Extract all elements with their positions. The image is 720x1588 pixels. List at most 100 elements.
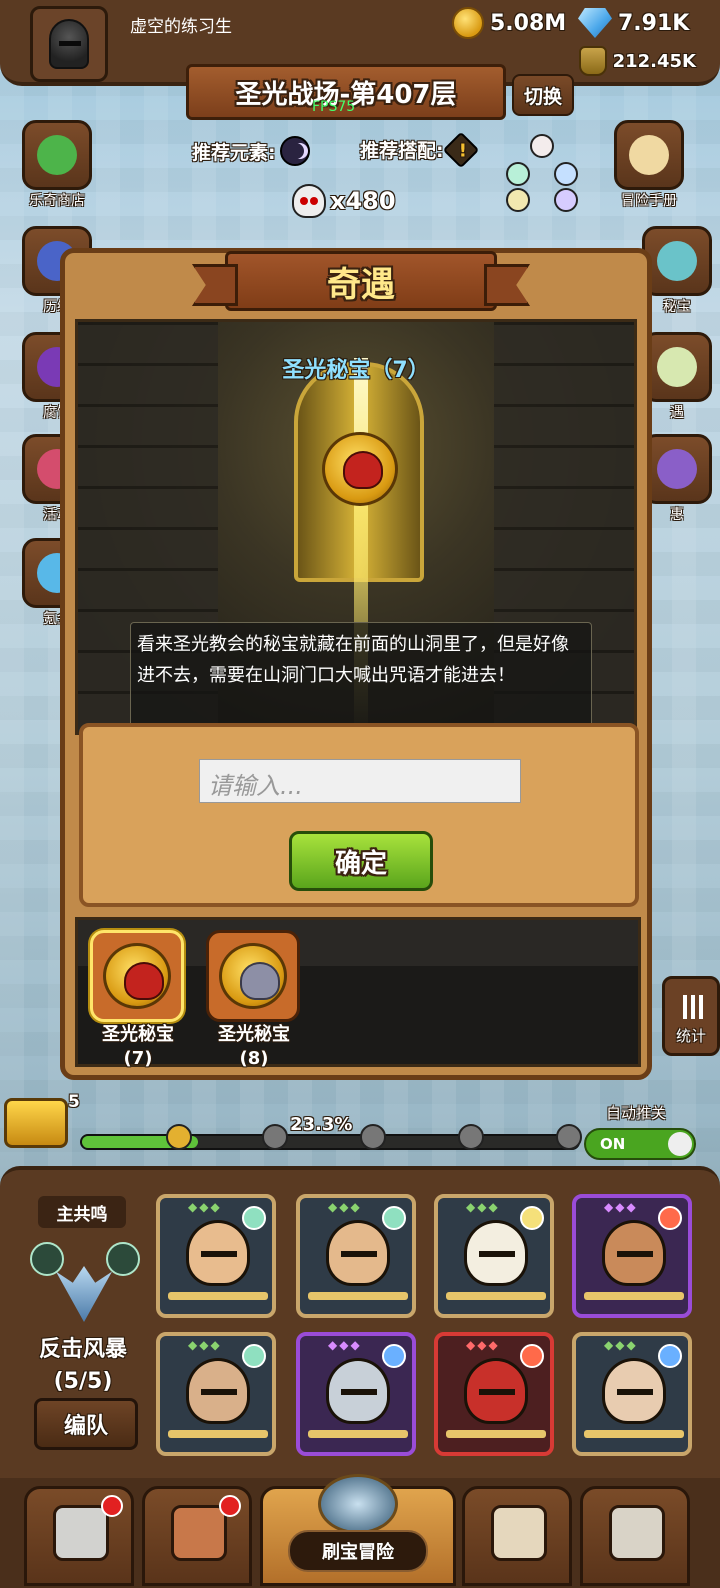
- wings-icon: [56, 1266, 112, 1322]
- wind-element-icon: [30, 1242, 64, 1276]
- hero-hp-bar: [446, 1292, 546, 1300]
- resonance-count: (5/5): [53, 1369, 113, 1394]
- resonance-tag: 主共鸣: [38, 1196, 126, 1228]
- jar-icon: [578, 46, 607, 76]
- resonance-emblem[interactable]: [30, 1236, 140, 1326]
- hero-hp-bar: [308, 1430, 408, 1438]
- hero-slot[interactable]: ◆◆◆: [296, 1194, 416, 1318]
- notification-dot: [101, 1495, 123, 1517]
- wind-element-icon: [106, 1242, 140, 1276]
- resonance-name: 反击风暴: [38, 1337, 127, 1362]
- box-icon: [657, 449, 697, 489]
- notification-dot: [219, 1495, 241, 1517]
- hero-slot[interactable]: ◆◆◆: [156, 1194, 276, 1318]
- hero-slot[interactable]: ◆◆◆: [434, 1194, 554, 1318]
- key-icon: [458, 1124, 484, 1150]
- auto-advance-label: 自动推关: [606, 1104, 667, 1122]
- player-avatar[interactable]: [30, 6, 108, 82]
- nav-forge[interactable]: [580, 1486, 690, 1586]
- hero-portrait: [464, 1220, 528, 1286]
- wind-element-icon: [506, 162, 530, 186]
- stats-button[interactable]: 统计: [662, 976, 720, 1056]
- auto-advance-toggle[interactable]: ON: [584, 1128, 696, 1160]
- diamond-icon: [578, 8, 612, 38]
- key-icon: [262, 1124, 288, 1150]
- fire-element-icon: [658, 1206, 682, 1230]
- treasure-item[interactable]: 圣光秘宝 (8): [206, 930, 302, 1070]
- wind-element-icon: [242, 1206, 266, 1230]
- stage-progress-bar: [80, 1134, 580, 1150]
- hero-slot[interactable]: ◆◆◆: [572, 1332, 692, 1456]
- confirm-button[interactable]: 确定: [289, 831, 433, 891]
- side-btn-lucky-shop[interactable]: 乐奇商店: [20, 120, 94, 210]
- quest-icon: [657, 347, 697, 387]
- gold-coin-icon: [452, 7, 484, 39]
- wind-element-icon: [382, 1206, 406, 1230]
- hero-slot[interactable]: ◆◆◆: [572, 1194, 692, 1318]
- dialog-title-text: 奇遇: [327, 264, 395, 305]
- hero-hp-bar: [168, 1430, 268, 1438]
- treasure-item[interactable]: 圣光秘宝 (7): [90, 930, 186, 1070]
- hero-slot[interactable]: ◆◆◆: [156, 1332, 276, 1456]
- encounter-description: 看来圣光教会的秘宝就藏在前面的山洞里了，但是好像进不去，需要在山洞门口大喊出咒语…: [130, 622, 592, 732]
- player-name: 虚空的练习生: [130, 17, 232, 37]
- kill-count: x480: [330, 187, 396, 215]
- hero-portrait: [326, 1358, 390, 1424]
- hero-portrait: [464, 1358, 528, 1424]
- recommend-combo: 推荐搭配:: [360, 131, 479, 168]
- water-element-icon: [382, 1344, 406, 1368]
- moon-element-icon[interactable]: [279, 136, 310, 166]
- knight-helmet-icon: [49, 19, 89, 69]
- input-panel: 请输入... 确定: [79, 723, 639, 907]
- nav-shop[interactable]: [24, 1486, 134, 1586]
- holy-treasure-emblem-icon: [219, 943, 287, 1009]
- scene-title: 圣光秘宝（7）: [282, 358, 430, 383]
- hero-hp-bar: [584, 1430, 684, 1438]
- wind-element-icon: [242, 1344, 266, 1368]
- shop-icon: [53, 1505, 109, 1561]
- skull-icon: [292, 184, 326, 218]
- holy-treasure-emblem-icon: [322, 432, 398, 506]
- hero-slot[interactable]: ◆◆◆: [434, 1332, 554, 1456]
- progress-percent: 23.3%: [290, 1114, 353, 1135]
- hero-hp-bar: [308, 1292, 408, 1300]
- energy-resource[interactable]: 212.45K: [578, 46, 696, 76]
- water-element-icon: [554, 162, 578, 186]
- nav-heroes[interactable]: [142, 1486, 252, 1586]
- gem-amount: 7.91K: [618, 10, 690, 36]
- toggle-knob: [668, 1132, 692, 1156]
- hero-portrait: [186, 1220, 250, 1286]
- resonance-info: 反击风暴 (5/5): [30, 1334, 136, 1398]
- spell-input[interactable]: 请输入...: [199, 759, 521, 803]
- key-icon: [360, 1124, 386, 1150]
- hero-icon: [171, 1505, 227, 1561]
- gold-amount: 5.08M: [490, 10, 567, 36]
- warning-icon[interactable]: [442, 131, 479, 168]
- treasure-number: (8): [239, 1048, 269, 1069]
- nav-adventure-label: 刷宝冒险: [288, 1530, 428, 1572]
- treasure-chest-icon[interactable]: [4, 1098, 68, 1148]
- light-element-icon: [520, 1206, 544, 1230]
- side-btn-adventure-book[interactable]: 冒险手册: [612, 120, 686, 210]
- hero-slot[interactable]: ◆◆◆: [296, 1332, 416, 1456]
- nav-bag[interactable]: [462, 1486, 572, 1586]
- compass-icon: [318, 1474, 398, 1534]
- chest-icon: [657, 241, 697, 281]
- formation-button[interactable]: 编队: [34, 1398, 138, 1450]
- recommend-element-label: 推荐元素:: [192, 141, 276, 164]
- cave-scene: 圣光秘宝（7） 看来圣光教会的秘宝就藏在前面的山洞里了，但是好像进不去，需要在山…: [75, 319, 637, 735]
- chest-count: 5: [68, 1092, 80, 1112]
- element-combo-diagram[interactable]: [504, 132, 584, 214]
- clover-icon: [37, 135, 77, 175]
- side-label: 冒险手册: [621, 193, 677, 209]
- switch-stage-button[interactable]: 切换: [512, 74, 574, 116]
- gem-resource[interactable]: 7.91K: [578, 6, 689, 40]
- toggle-text: ON: [600, 1135, 626, 1153]
- kill-counter: x480: [292, 184, 396, 218]
- water-element-icon: [658, 1344, 682, 1368]
- encounter-dialog: 奇遇 圣光秘宝（7） 看来圣光教会的秘宝就藏在前面的山洞里了，但是好像进不去，需…: [60, 248, 652, 1080]
- gold-resource[interactable]: 5.08M: [452, 6, 566, 40]
- hero-portrait: [326, 1220, 390, 1286]
- recommend-element: 推荐元素:: [192, 136, 310, 166]
- key-icon: [166, 1124, 192, 1150]
